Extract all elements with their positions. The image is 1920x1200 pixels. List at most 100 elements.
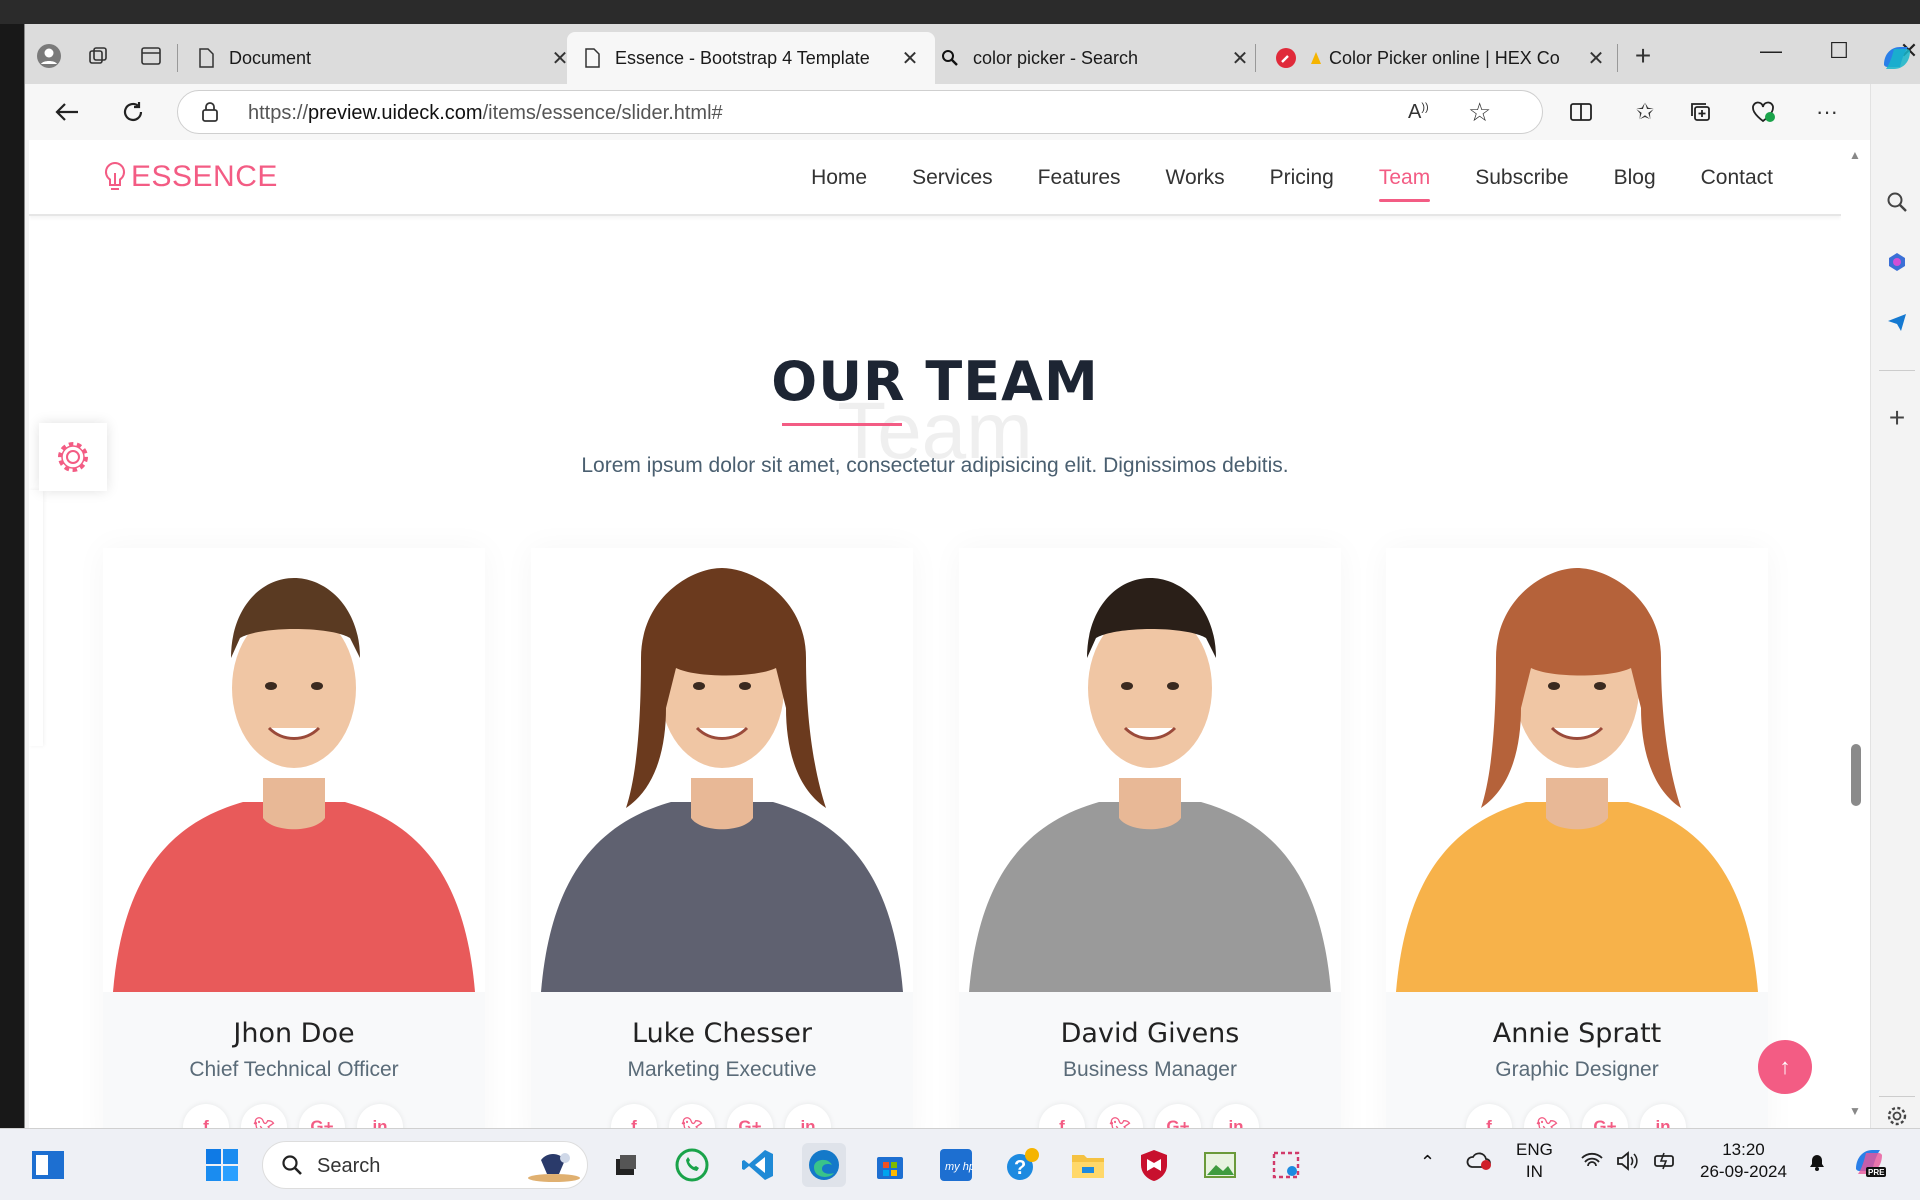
twitter-icon[interactable]: 🐦︎ <box>1097 1104 1143 1128</box>
tab-color-picker-search[interactable]: color picker - Search ✕ <box>925 32 1265 84</box>
send-icon[interactable] <box>1883 308 1911 336</box>
language-indicator[interactable]: ENG IN <box>1516 1139 1553 1183</box>
facebook-icon[interactable]: f <box>1466 1104 1512 1128</box>
twitter-icon[interactable]: 🐦︎ <box>669 1104 715 1128</box>
facebook-icon[interactable]: f <box>183 1104 229 1128</box>
linkedin-icon[interactable]: in <box>1213 1104 1259 1128</box>
minimize-icon[interactable]: — <box>1751 38 1791 70</box>
google-plus-icon[interactable]: G+ <box>1155 1104 1201 1128</box>
linkedin-icon[interactable]: in <box>1640 1104 1686 1128</box>
sidebar-search-icon[interactable] <box>1883 188 1911 216</box>
close-tab-icon[interactable]: ✕ <box>899 46 921 71</box>
favorite-star-icon[interactable]: ☆ <box>1468 97 1491 128</box>
warning-icon <box>1309 47 1323 69</box>
refresh-icon[interactable] <box>117 96 149 128</box>
url-text: https://preview.uideck.com/items/essence… <box>248 102 723 124</box>
linkedin-icon[interactable]: in <box>785 1104 831 1128</box>
tab-essence[interactable]: Essence - Bootstrap 4 Template ✕ <box>567 32 935 84</box>
widgets-icon[interactable] <box>26 1143 70 1187</box>
site-logo[interactable]: ESSENCE <box>103 160 278 194</box>
lock-icon[interactable] <box>200 101 220 128</box>
close-tab-icon[interactable]: ✕ <box>1229 46 1251 71</box>
copilot-taskbar-icon[interactable]: PRE <box>1852 1145 1886 1185</box>
nav-services[interactable]: Services <box>912 162 993 194</box>
nav-team[interactable]: Team <box>1378 162 1431 202</box>
social-links: f 🐦︎ G+ in <box>611 1104 831 1128</box>
facebook-icon[interactable]: f <box>1039 1104 1085 1128</box>
read-aloud-icon[interactable]: A)) <box>1408 101 1429 124</box>
nav-contact[interactable]: Contact <box>1701 162 1773 194</box>
workspaces-icon[interactable] <box>85 42 113 70</box>
nav-features[interactable]: Features <box>1038 162 1121 194</box>
nav-blog[interactable]: Blog <box>1614 162 1656 194</box>
twitter-icon[interactable]: 🐦︎ <box>241 1104 287 1128</box>
nav-works[interactable]: Works <box>1166 162 1225 194</box>
tab-actions-icon[interactable] <box>137 42 165 70</box>
task-view-icon[interactable] <box>604 1143 648 1187</box>
more-options-icon[interactable]: ··· <box>1811 96 1843 128</box>
team-member-role: Business Manager <box>1063 1058 1237 1081</box>
google-plus-icon[interactable]: G+ <box>299 1104 345 1128</box>
split-screen-icon[interactable] <box>1565 96 1597 128</box>
show-hidden-icons[interactable]: ⌃ <box>1420 1151 1435 1173</box>
browser-essentials-icon[interactable] <box>1747 96 1779 128</box>
nav-subscribe[interactable]: Subscribe <box>1475 162 1568 194</box>
notifications-icon[interactable] <box>1806 1151 1828 1179</box>
new-tab-icon[interactable]: + <box>1629 40 1657 71</box>
team-member-name: Annie Spratt <box>1492 1018 1662 1049</box>
favorites-icon[interactable]: ✩ <box>1629 96 1661 128</box>
battery-icon[interactable] <box>1652 1151 1678 1177</box>
scroll-to-top-button[interactable]: ↑ <box>1758 1040 1812 1094</box>
edge-sidebar: + <box>1870 47 1920 1128</box>
help-icon[interactable]: ? <box>1000 1143 1044 1187</box>
browser-window: Document ✕ Essence - Bootstrap 4 Templat… <box>24 24 1920 1128</box>
sidebar-settings-icon[interactable] <box>1883 1102 1911 1128</box>
taskbar-search[interactable]: Search <box>262 1141 588 1189</box>
whatsapp-icon[interactable] <box>670 1143 714 1187</box>
nav-pricing[interactable]: Pricing <box>1270 162 1334 194</box>
volume-icon[interactable] <box>1616 1151 1640 1177</box>
maximize-icon[interactable]: ☐ <box>1819 38 1859 70</box>
clock[interactable]: 13:20 26-09-2024 <box>1700 1139 1787 1183</box>
tab-title: Essence - Bootstrap 4 Template <box>615 47 870 68</box>
copilot-app-icon[interactable] <box>1883 248 1911 276</box>
page-scrollbar[interactable]: ▲ ▼ <box>1841 140 1870 1128</box>
edge-icon[interactable] <box>802 1143 846 1187</box>
mcafee-icon[interactable] <box>1132 1143 1176 1187</box>
linkedin-icon[interactable]: in <box>357 1104 403 1128</box>
facebook-icon[interactable]: f <box>611 1104 657 1128</box>
google-plus-icon[interactable]: G+ <box>727 1104 773 1128</box>
scrollbar-thumb[interactable] <box>1851 744 1861 806</box>
store-icon[interactable] <box>868 1143 912 1187</box>
wifi-icon[interactable] <box>1580 1151 1604 1177</box>
snipping-tool-icon[interactable] <box>1264 1143 1308 1187</box>
social-links: f 🐦︎ G+ in <box>1039 1104 1259 1128</box>
add-sidebar-app-icon[interactable]: + <box>1883 402 1911 433</box>
myhp-icon[interactable]: my hp <box>934 1143 978 1187</box>
google-plus-icon[interactable]: G+ <box>1582 1104 1628 1128</box>
copilot-icon[interactable] <box>1879 40 1915 76</box>
nav-home[interactable]: Home <box>811 162 867 194</box>
vscode-icon[interactable] <box>736 1143 780 1187</box>
file-explorer-icon[interactable] <box>1066 1143 1110 1187</box>
team-card: Jhon Doe Chief Technical Officer f 🐦︎ G+… <box>103 548 485 1128</box>
collections-icon[interactable] <box>1685 96 1717 128</box>
windows-taskbar: Search my hp ? ⌃ ENG IN 13:20 26-09-2024 P… <box>0 1128 1920 1200</box>
team-member-role: Chief Technical Officer <box>189 1058 399 1081</box>
section-title: OUR TEAM <box>771 350 1099 413</box>
start-icon[interactable] <box>200 1143 244 1187</box>
tab-color-picker-online[interactable]: Color Picker online | HEX Co ✕ <box>1261 32 1621 84</box>
image-editor-icon[interactable] <box>1198 1143 1242 1187</box>
onedrive-error-icon[interactable] <box>1466 1151 1492 1177</box>
tab-document[interactable]: Document ✕ <box>181 32 585 84</box>
profile-icon[interactable] <box>35 42 63 70</box>
settings-panel-edge <box>29 490 43 746</box>
team-member-name: Luke Chesser <box>632 1018 812 1049</box>
site-header: ESSENCE Home Services Features Works Pri… <box>29 140 1841 216</box>
close-tab-icon[interactable]: ✕ <box>1585 46 1607 71</box>
team-member-photo <box>1386 548 1768 992</box>
url-field[interactable]: https://preview.uideck.com/items/essence… <box>177 90 1543 134</box>
back-icon[interactable] <box>51 96 83 128</box>
team-member-name: Jhon Doe <box>233 1018 355 1049</box>
twitter-icon[interactable]: 🐦︎ <box>1524 1104 1570 1128</box>
